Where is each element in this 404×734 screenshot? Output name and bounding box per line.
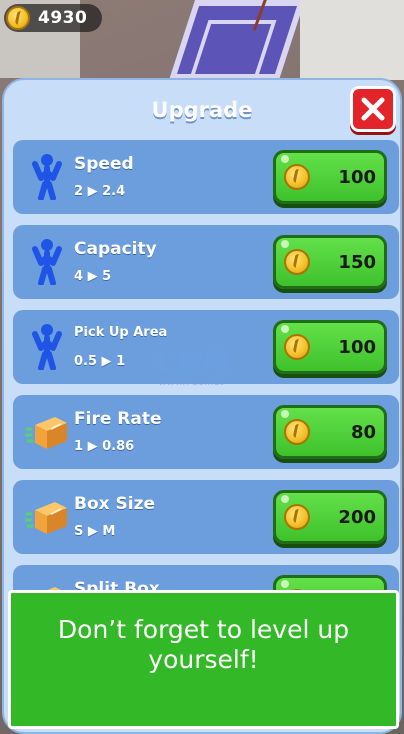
stickman-icon [25, 322, 69, 371]
upgrade-row-capacity: Capacity 4 ▶ 5 150 [13, 225, 399, 299]
upgrade-price: 100 [338, 166, 376, 188]
upgrade-price: 100 [338, 336, 376, 358]
buy-upgrade-button[interactable]: 150 [273, 235, 387, 289]
upgrade-row-box-size: Box Size S ▶ M 200 [13, 480, 399, 554]
coin-icon [284, 334, 310, 360]
upgrade-name: Pick Up Area [74, 325, 168, 340]
upgrade-name: Capacity [74, 239, 157, 259]
button-shine [281, 495, 289, 503]
upgrade-name: Box Size [74, 494, 156, 514]
close-button[interactable] [350, 86, 396, 132]
upgrade-stat-change: 1 ▶ 0.86 [74, 439, 135, 454]
tooltip-text: Don’t forget to level up yourself! [57, 614, 350, 674]
coin-count: 4930 [38, 8, 88, 28]
stickman-icon [25, 152, 69, 201]
buy-upgrade-button[interactable]: 100 [273, 150, 387, 204]
button-shine [281, 410, 289, 418]
buy-upgrade-button[interactable]: 200 [273, 490, 387, 544]
box-icon [23, 407, 69, 455]
upgrade-row-speed: Speed 2 ▶ 2.4 100 [13, 140, 399, 214]
buy-upgrade-button[interactable]: 80 [273, 405, 387, 459]
box-icon [23, 492, 69, 540]
button-shine [281, 580, 289, 588]
coin-counter: 4930 [4, 4, 102, 32]
upgrade-price: 150 [338, 251, 376, 273]
coin-icon [284, 419, 310, 445]
panel-title: Upgrade [151, 98, 253, 122]
background-wall [300, 0, 404, 80]
stickman-icon [25, 237, 69, 286]
coin-icon [284, 164, 310, 190]
upgrade-stat-change: 0.5 ▶ 1 [74, 354, 126, 369]
coin-icon [6, 6, 30, 30]
button-shine [281, 240, 289, 248]
watermark-main: 七度网 [152, 348, 230, 376]
watermark-sub: www.7do.net [158, 377, 224, 388]
close-icon [361, 97, 385, 121]
buy-upgrade-button[interactable]: 100 [273, 320, 387, 374]
coin-icon [284, 249, 310, 275]
upgrade-name: Speed [74, 154, 134, 174]
upgrade-price: 80 [350, 421, 376, 443]
button-shine [281, 325, 289, 333]
watermark: 七度网 www.7do.net [152, 342, 230, 388]
upgrade-price: 200 [338, 506, 376, 528]
upgrade-name: Fire Rate [74, 409, 162, 429]
upgrade-row-fire-rate: Fire Rate 1 ▶ 0.86 80 [13, 395, 399, 469]
upgrade-stat-change: 2 ▶ 2.4 [74, 184, 126, 199]
button-shine [281, 155, 289, 163]
coin-icon [284, 504, 310, 530]
upgrade-stat-change: 4 ▶ 5 [74, 269, 112, 284]
tooltip-banner: Don’t forget to level up yourself! [8, 590, 399, 729]
upgrade-stat-change: S ▶ M [74, 524, 116, 539]
